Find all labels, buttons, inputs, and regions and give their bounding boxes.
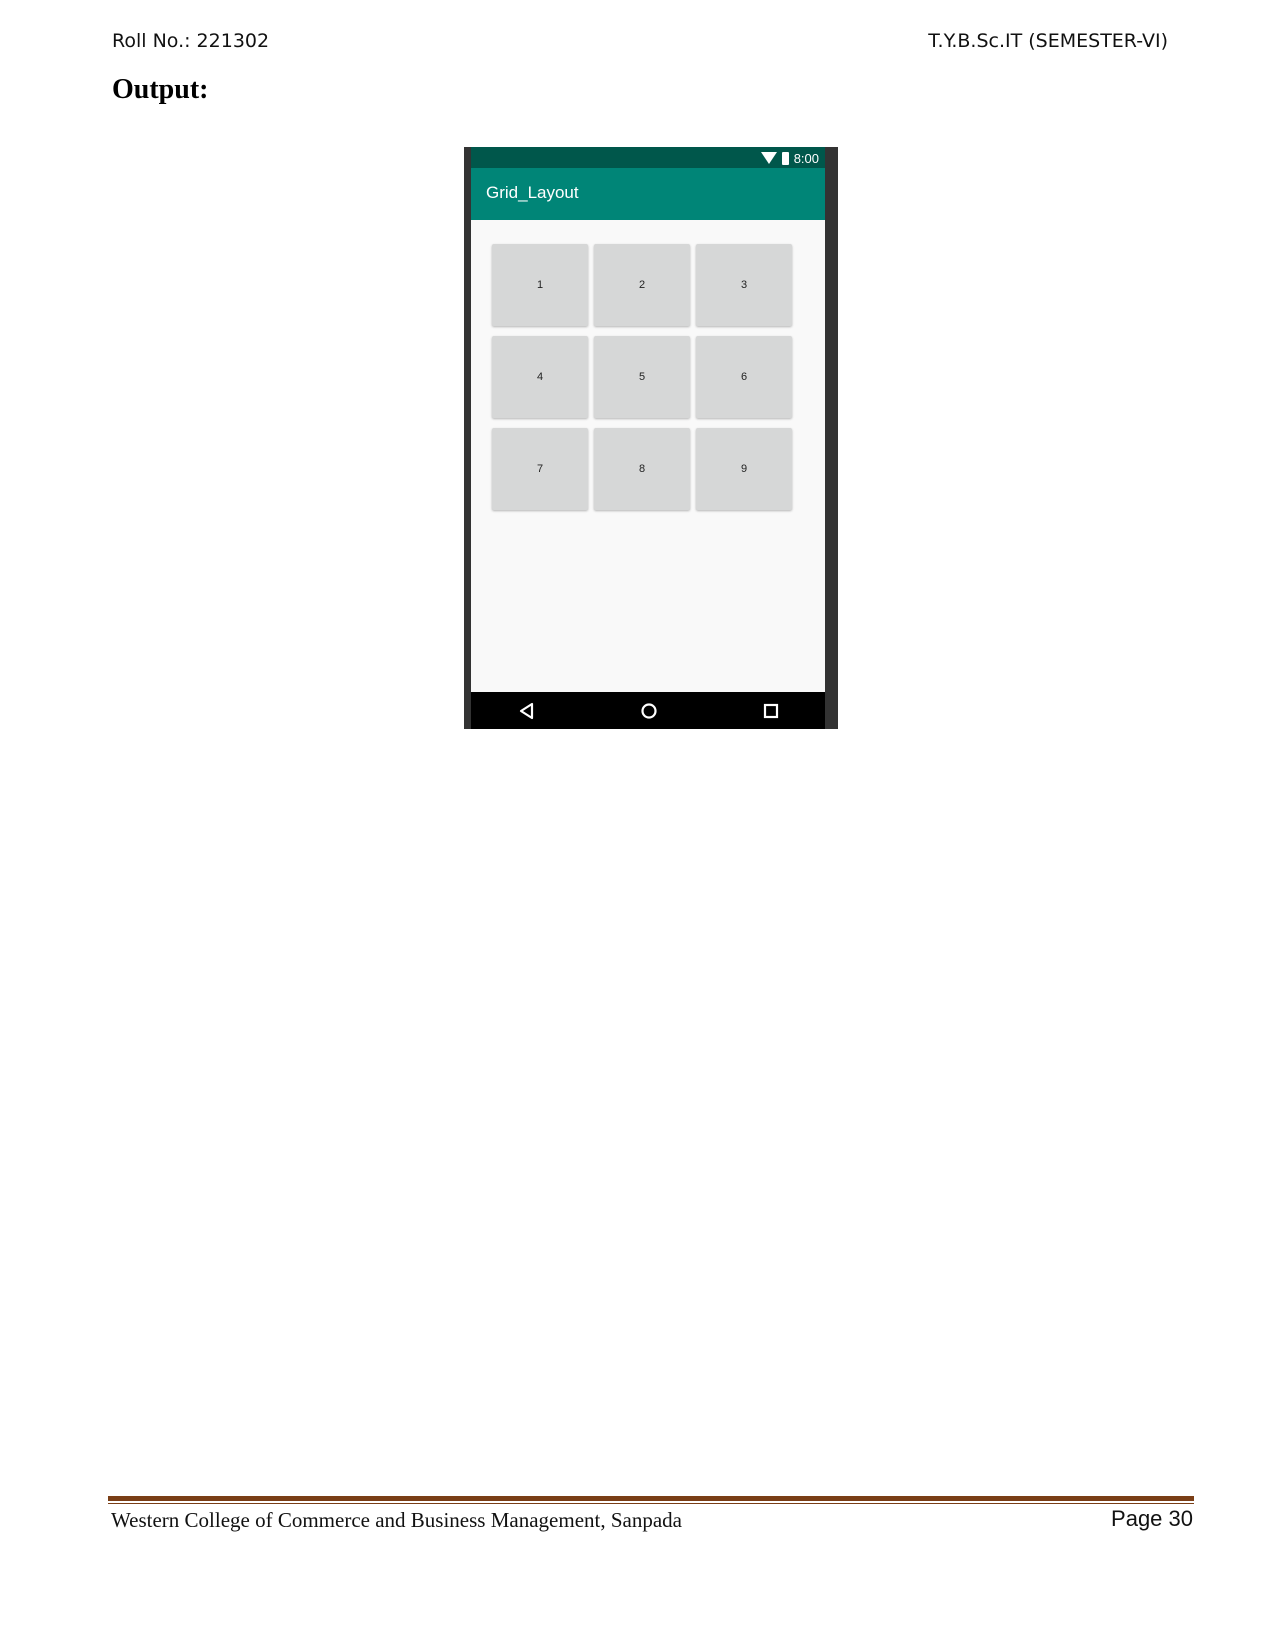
app-title: Grid_Layout bbox=[486, 183, 579, 202]
grid-button-3[interactable]: 3 bbox=[696, 244, 792, 326]
roll-number: Roll No.: 221302 bbox=[112, 30, 270, 52]
output-heading: Output: bbox=[112, 74, 209, 105]
college-name: Western College of Commerce and Business… bbox=[111, 1508, 682, 1532]
app-content: 1 2 3 4 5 6 7 8 9 bbox=[471, 220, 825, 692]
status-time: 8:00 bbox=[793, 150, 819, 166]
page-number: Page 30 bbox=[1111, 1506, 1193, 1531]
back-icon[interactable] bbox=[518, 702, 536, 720]
battery-icon bbox=[781, 151, 789, 165]
home-icon[interactable] bbox=[640, 702, 658, 720]
phone-screenshot: 8:00 Grid_Layout 1 2 3 4 5 6 7 8 9 bbox=[464, 147, 838, 729]
recent-apps-icon[interactable] bbox=[762, 702, 780, 720]
grid-button-9[interactable]: 9 bbox=[696, 428, 792, 510]
course-label: T.Y.B.Sc.IT (SEMESTER-VI) bbox=[928, 30, 1168, 52]
grid-button-2[interactable]: 2 bbox=[594, 244, 690, 326]
grid-button-6[interactable]: 6 bbox=[696, 336, 792, 418]
footer-divider-thin bbox=[108, 1503, 1194, 1504]
footer-divider bbox=[108, 1496, 1194, 1501]
grid-button-5[interactable]: 5 bbox=[594, 336, 690, 418]
button-grid: 1 2 3 4 5 6 7 8 9 bbox=[492, 244, 792, 510]
app-bar: Grid_Layout bbox=[471, 168, 825, 220]
grid-button-1[interactable]: 1 bbox=[492, 244, 588, 326]
grid-button-8[interactable]: 8 bbox=[594, 428, 690, 510]
grid-button-4[interactable]: 4 bbox=[492, 336, 588, 418]
grid-button-7[interactable]: 7 bbox=[492, 428, 588, 510]
navigation-bar bbox=[471, 692, 825, 729]
wifi-icon bbox=[760, 152, 777, 164]
status-bar: 8:00 bbox=[471, 147, 825, 168]
